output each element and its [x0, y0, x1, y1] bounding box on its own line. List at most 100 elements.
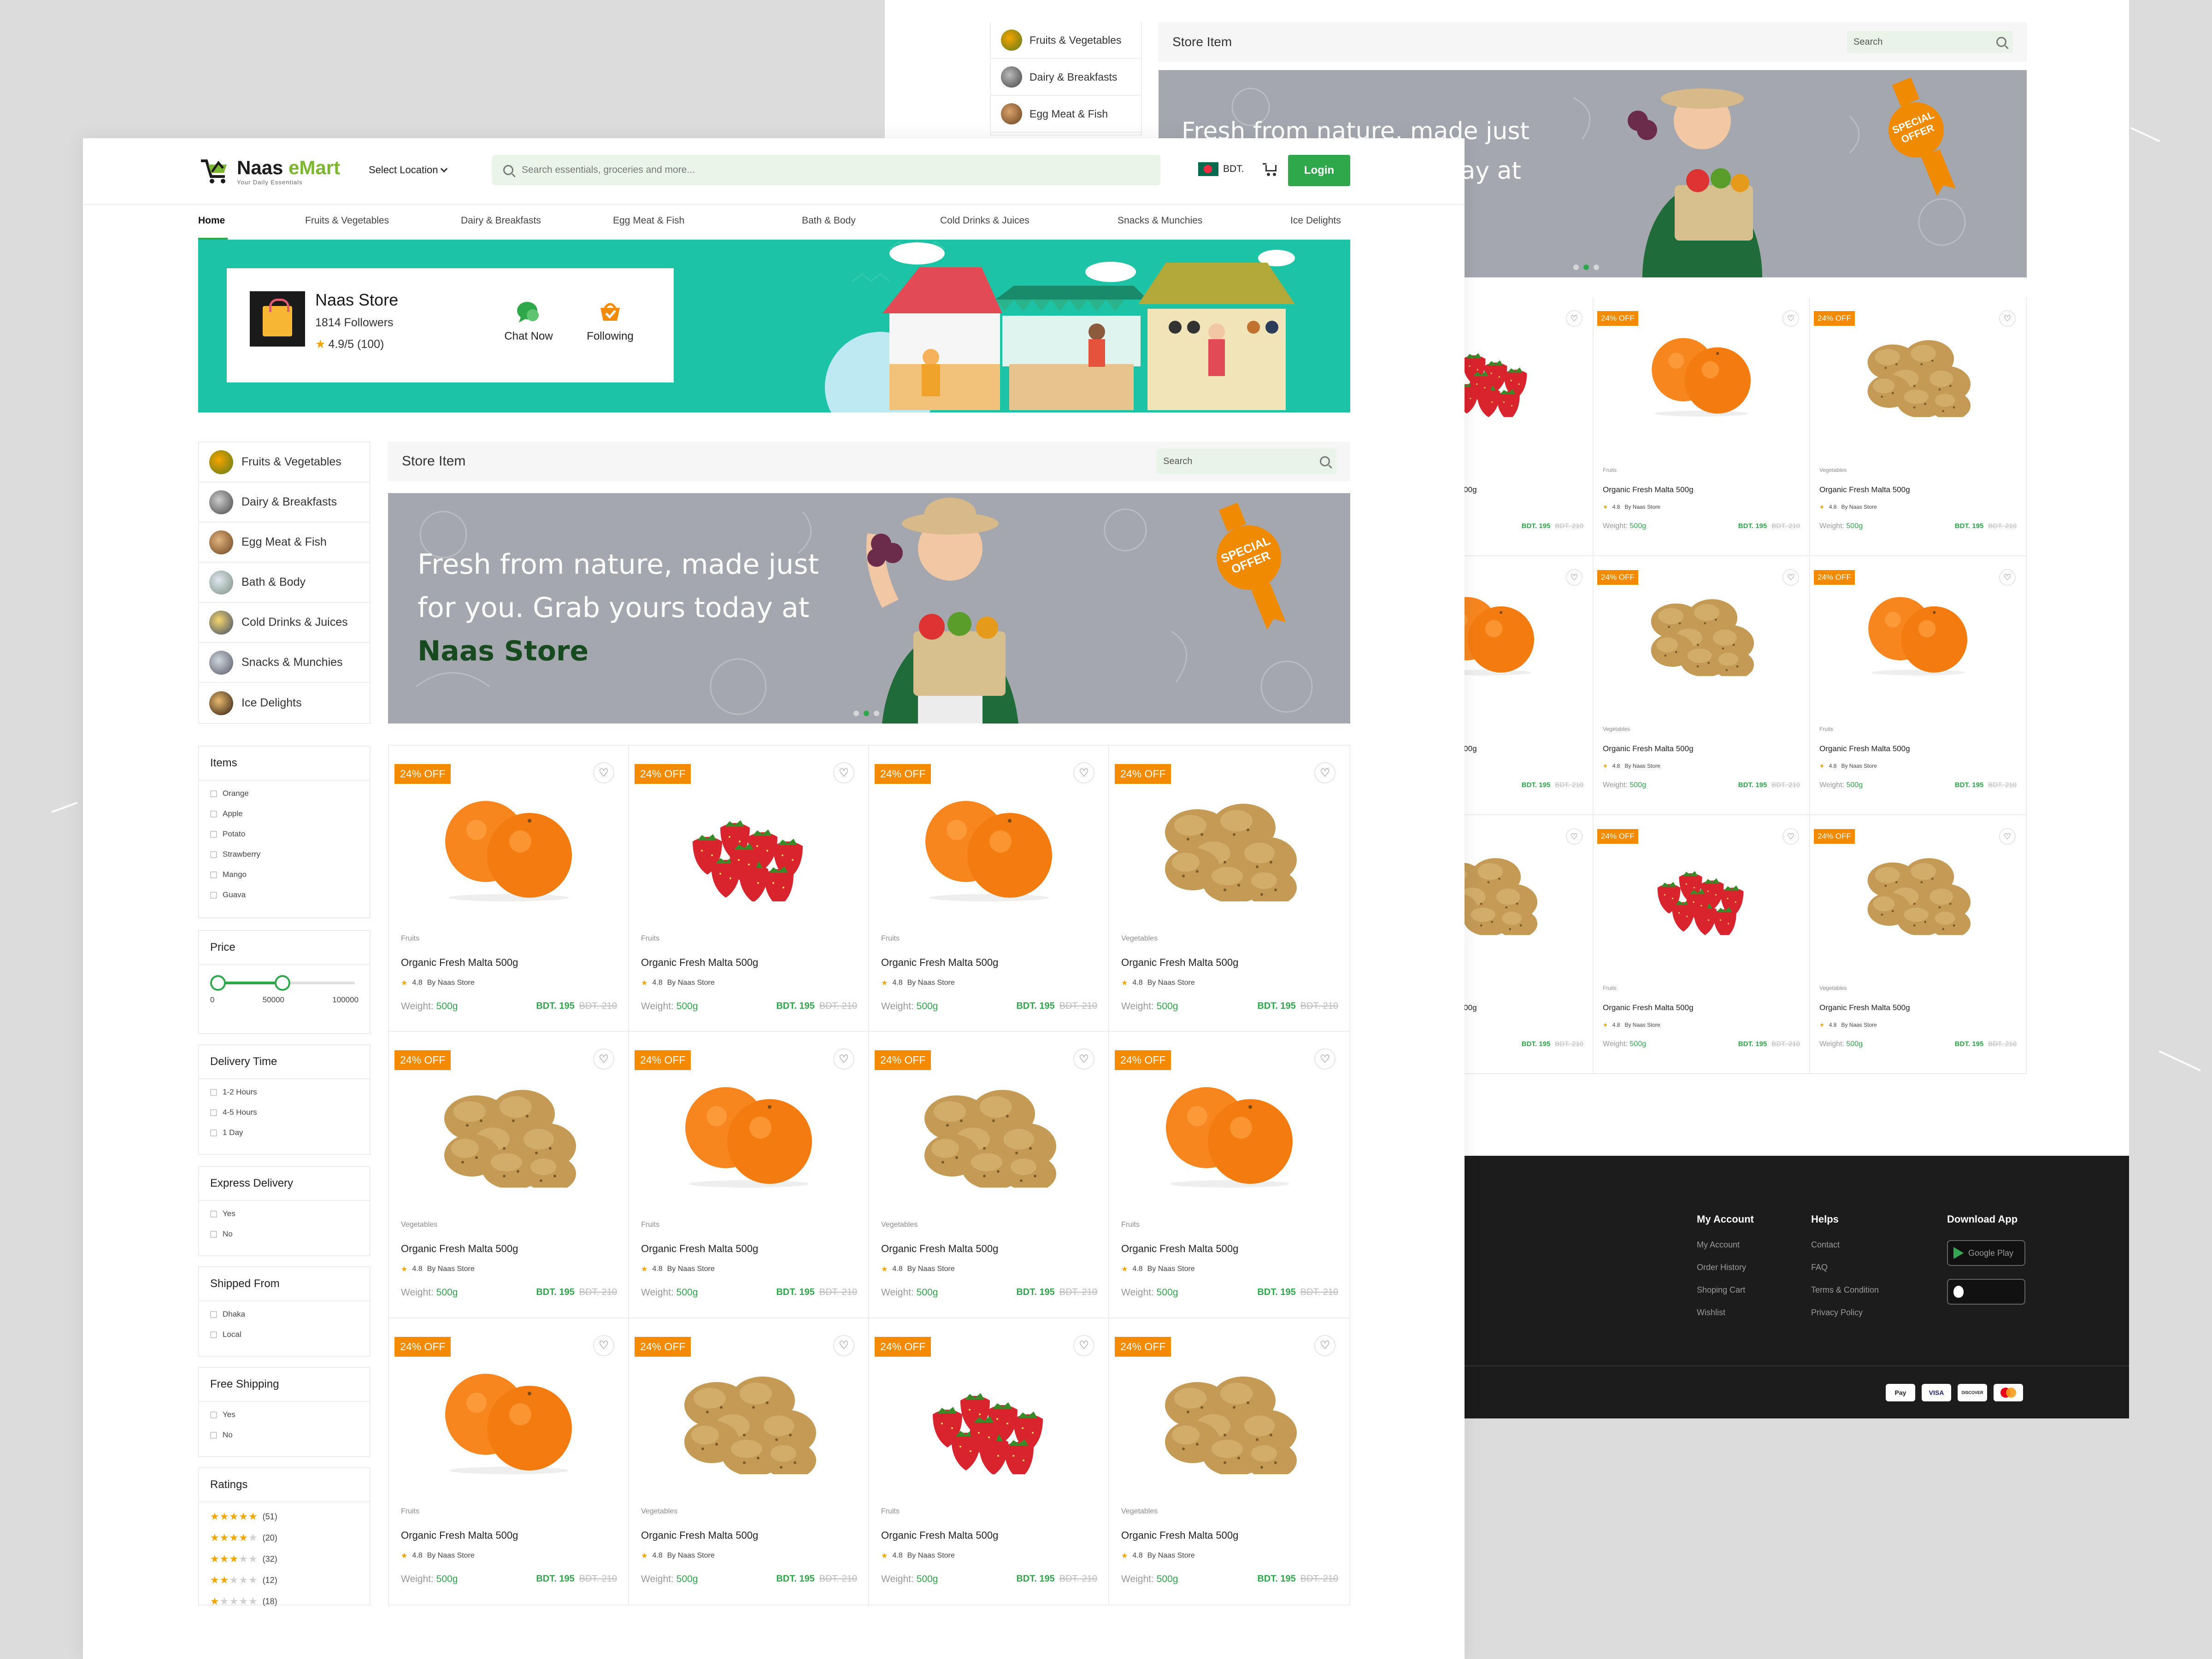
- product-image[interactable]: [1860, 847, 1976, 938]
- filter-option[interactable]: Yes: [210, 1209, 359, 1218]
- filter-option[interactable]: Guava: [210, 890, 359, 900]
- wishlist-heart-icon[interactable]: ♡: [1783, 569, 1799, 586]
- google-play-button[interactable]: Google Play: [1947, 1240, 2025, 1266]
- filter-option[interactable]: Strawberry: [210, 850, 359, 859]
- product-card[interactable]: 24% OFF ♡ Vegetables Organic Fresh Malta…: [629, 1318, 869, 1605]
- product-name[interactable]: Organic Fresh Malta 500g: [1819, 744, 1910, 753]
- nav-egg-meat-fish[interactable]: Egg Meat & Fish: [613, 215, 684, 240]
- slider-dot-active[interactable]: [1583, 265, 1589, 270]
- sidebar-item-fruits-vegetables[interactable]: Fruits & Vegetables: [199, 442, 370, 482]
- product-image[interactable]: [1860, 588, 1976, 676]
- filter-option[interactable]: Dhaka: [210, 1310, 359, 1319]
- wishlist-heart-icon[interactable]: ♡: [1783, 310, 1799, 327]
- category-item[interactable]: Fruits & Vegetables: [991, 22, 1141, 59]
- filter-option[interactable]: Potato: [210, 830, 359, 839]
- product-card[interactable]: 24% OFF ♡ Vegetables Organic Fresh Malta…: [1109, 746, 1349, 1032]
- footer-link[interactable]: Order History: [1697, 1263, 1754, 1272]
- rating-filter-row[interactable]: ★★★★★ (12): [210, 1574, 359, 1586]
- footer-link[interactable]: Wishlist: [1697, 1308, 1754, 1318]
- sidebar-item-ice-delights[interactable]: Ice Delights: [199, 683, 370, 723]
- product-image[interactable]: [1644, 847, 1759, 939]
- filter-option[interactable]: Apple: [210, 809, 359, 818]
- product-name[interactable]: Organic Fresh Malta 500g: [641, 1243, 758, 1255]
- product-image[interactable]: [915, 791, 1063, 901]
- product-card[interactable]: 24% OFF ♡ Fruits Organic Fresh Malta 500…: [1594, 297, 1810, 556]
- sidebar-item-bath-body[interactable]: Bath & Body: [199, 563, 370, 603]
- slider-dots[interactable]: [853, 711, 879, 716]
- filter-option[interactable]: No: [210, 1230, 359, 1239]
- footer-link[interactable]: FAQ: [1811, 1263, 1879, 1272]
- cart-icon[interactable]: [1263, 162, 1278, 176]
- wishlist-heart-icon[interactable]: ♡: [1314, 1048, 1335, 1070]
- product-image[interactable]: [435, 1364, 582, 1474]
- login-button[interactable]: Login: [1288, 155, 1350, 186]
- product-name[interactable]: Organic Fresh Malta 500g: [401, 1243, 518, 1255]
- wishlist-heart-icon[interactable]: ♡: [593, 762, 614, 783]
- price-range-slider[interactable]: [210, 973, 359, 992]
- product-card[interactable]: 24% OFF ♡ Fruits Organic Fresh Malta 500…: [1594, 815, 1810, 1074]
- filter-option[interactable]: No: [210, 1430, 359, 1440]
- search-icon[interactable]: [1320, 456, 1330, 466]
- checkbox[interactable]: [210, 1431, 217, 1439]
- product-card[interactable]: 24% OFF ♡ Fruits Organic Fresh Malta 500…: [869, 746, 1109, 1032]
- rating-filter-row[interactable]: ★★★★★ (18): [210, 1595, 359, 1607]
- search-input[interactable]: Search essentials, groceries and more...: [492, 155, 1160, 185]
- product-card[interactable]: 24% OFF ♡ Fruits Organic Fresh Malta 500…: [389, 1318, 629, 1605]
- rating-filter-row[interactable]: ★★★★★ (20): [210, 1532, 359, 1544]
- wishlist-heart-icon[interactable]: ♡: [1073, 1048, 1094, 1070]
- product-name[interactable]: Organic Fresh Malta 500g: [881, 1530, 998, 1541]
- footer-link[interactable]: Terms & Condition: [1811, 1285, 1879, 1295]
- slider-max-handle[interactable]: [275, 975, 290, 991]
- rating-filter-row[interactable]: ★★★★★ (51): [210, 1511, 359, 1523]
- checkbox[interactable]: [210, 790, 217, 797]
- product-card[interactable]: 24% OFF ♡ Fruits Organic Fresh Malta 500…: [1109, 1032, 1349, 1318]
- slider-dots[interactable]: [1573, 265, 1599, 270]
- currency-selector[interactable]: BDT.: [1198, 162, 1244, 176]
- filter-option[interactable]: Local: [210, 1330, 359, 1339]
- nav-bath-body[interactable]: Bath & Body: [802, 215, 856, 240]
- slider-dot[interactable]: [853, 711, 859, 716]
- wishlist-heart-icon[interactable]: ♡: [1314, 1335, 1335, 1356]
- wishlist-heart-icon[interactable]: ♡: [593, 1335, 614, 1356]
- wishlist-heart-icon[interactable]: ♡: [833, 762, 854, 783]
- product-card[interactable]: 24% OFF ♡ Vegetables Organic Fresh Malta…: [1594, 556, 1810, 815]
- product-image[interactable]: [675, 1364, 823, 1479]
- product-name[interactable]: Organic Fresh Malta 500g: [1819, 1003, 1910, 1012]
- footer-link[interactable]: Privacy Policy: [1811, 1308, 1879, 1318]
- filter-option[interactable]: 1 Day: [210, 1128, 359, 1137]
- checkbox[interactable]: [210, 1411, 217, 1418]
- following-button[interactable]: Following: [578, 300, 642, 343]
- product-card[interactable]: 24% OFF ♡ Vegetables Organic Fresh Malta…: [389, 1032, 629, 1318]
- store-search-input[interactable]: Search: [1157, 448, 1336, 474]
- product-name[interactable]: Organic Fresh Malta 500g: [401, 1530, 518, 1541]
- filter-option[interactable]: Yes: [210, 1410, 359, 1419]
- footer-link[interactable]: Shoping Cart: [1697, 1285, 1754, 1295]
- category-item[interactable]: Egg Meat & Fish: [991, 96, 1141, 133]
- product-card[interactable]: 24% OFF ♡ Vegetables Organic Fresh Malta…: [1810, 297, 2027, 556]
- product-name[interactable]: Organic Fresh Malta 500g: [401, 957, 518, 969]
- product-image[interactable]: [915, 1077, 1063, 1193]
- product-card[interactable]: 24% OFF ♡ Fruits Organic Fresh Malta 500…: [629, 1032, 869, 1318]
- product-image[interactable]: [1860, 329, 1976, 420]
- rating-filter-row[interactable]: ★★★★★ (32): [210, 1553, 359, 1565]
- footer-link[interactable]: Contact: [1811, 1240, 1879, 1250]
- product-image[interactable]: [915, 1364, 1063, 1480]
- product-image[interactable]: [1156, 791, 1303, 906]
- checkbox[interactable]: [210, 851, 217, 858]
- product-name[interactable]: Organic Fresh Malta 500g: [641, 1530, 758, 1541]
- chat-now-button[interactable]: Chat Now: [496, 300, 561, 343]
- nav-fruits-vegetables[interactable]: Fruits & Vegetables: [305, 215, 389, 240]
- product-image[interactable]: [1644, 329, 1759, 417]
- wishlist-heart-icon[interactable]: ♡: [1783, 828, 1799, 845]
- product-card[interactable]: 24% OFF ♡ Vegetables Organic Fresh Malta…: [869, 1032, 1109, 1318]
- product-name[interactable]: Organic Fresh Malta 500g: [641, 957, 758, 969]
- product-card[interactable]: 24% OFF ♡ Fruits Organic Fresh Malta 500…: [869, 1318, 1109, 1605]
- filter-option[interactable]: Mango: [210, 870, 359, 879]
- filter-option[interactable]: 4-5 Hours: [210, 1108, 359, 1117]
- wishlist-heart-icon[interactable]: ♡: [1314, 762, 1335, 783]
- slider-dot-active[interactable]: [864, 711, 869, 716]
- slider-dot[interactable]: [1573, 265, 1579, 270]
- brand-logo[interactable]: Naas eMart Your Daily Essentials: [198, 154, 340, 188]
- search-icon[interactable]: [1996, 37, 2006, 47]
- checkbox[interactable]: [210, 1109, 217, 1116]
